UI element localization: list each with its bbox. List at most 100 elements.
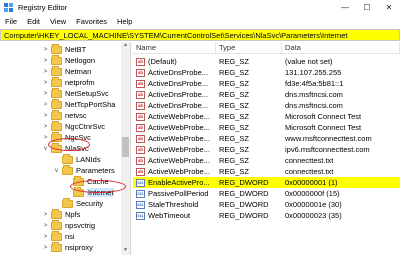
chevron-right-icon[interactable]: >: [42, 57, 49, 64]
value-name: PassivePollPeriod: [148, 189, 209, 198]
chevron-right-icon[interactable]: >: [42, 68, 49, 75]
tree-item-cache[interactable]: Cache: [64, 175, 109, 187]
chevron-right-icon[interactable]: >: [42, 244, 49, 251]
value-name: ActiveDnsProbe...: [148, 79, 209, 88]
column-data[interactable]: Data: [282, 42, 400, 54]
value-type: REG_SZ: [219, 167, 250, 176]
tree-item-label: NgcSvc: [65, 133, 91, 142]
tree-scrollbar[interactable]: ▲ ▼: [121, 42, 130, 255]
value-row[interactable]: ab ActiveWebProbe... REG_SZ Microsoft Conne…: [133, 122, 400, 133]
tree-item-nsi[interactable]: > nsi: [42, 230, 75, 242]
tree-item-netlogon[interactable]: > Netlogon: [42, 54, 96, 66]
chevron-right-icon[interactable]: >: [42, 79, 49, 86]
tree-item-netman[interactable]: > Netman: [42, 65, 92, 77]
folder-icon: [51, 87, 62, 98]
chevron-right-icon[interactable]: >: [42, 134, 49, 141]
value-row[interactable]: ab ActiveDnsProbe... REG_SZ dns.msftncsi.co…: [133, 89, 400, 100]
tree-item-nsiproxy[interactable]: > nsiproxy: [42, 241, 93, 253]
value-type: REG_DWORD: [219, 178, 269, 187]
tree-item-label: LANIds: [76, 155, 101, 164]
value-name: ActiveDnsProbe...: [148, 101, 209, 110]
value-row[interactable]: 011 PassivePollPeriod REG_DWORD 0x0000000f …: [133, 188, 400, 199]
tree-item-label: nsi: [65, 232, 75, 241]
tree-item-nettcpportsha[interactable]: > NetTcpPortSha: [42, 98, 115, 110]
string-value-icon: ab: [136, 123, 145, 132]
value-row[interactable]: ab ActiveWebProbe... REG_SZ www.msftconnect…: [133, 133, 400, 144]
chevron-right-icon[interactable]: >: [42, 233, 49, 240]
binary-value-icon: 011: [136, 189, 145, 198]
chevron-down-icon[interactable]: v: [53, 167, 60, 174]
value-row[interactable]: ab ActiveDnsProbe... REG_SZ dns.msftncsi.co…: [133, 100, 400, 111]
tree-item-ngcctnrsvc[interactable]: > NgcCtnrSvc: [42, 120, 105, 132]
menu-view[interactable]: View: [45, 17, 71, 26]
scroll-up-arrow-icon[interactable]: ▲: [121, 42, 130, 50]
tree-item-label: netprofm: [65, 78, 95, 87]
minimize-button[interactable]: —: [334, 0, 356, 15]
chevron-right-icon[interactable]: >: [42, 90, 49, 97]
tree-scroll-thumb[interactable]: [122, 137, 129, 157]
chevron-right-icon[interactable]: >: [42, 46, 49, 53]
value-row[interactable]: ab ActiveWebProbe... REG_SZ ipv6.msftconnec…: [133, 144, 400, 155]
tree-item-npsvctrig[interactable]: > npsvctrig: [42, 219, 95, 231]
value-row[interactable]: ab ActiveWebProbe... REG_SZ Microsoft Conne…: [133, 111, 400, 122]
address-bar[interactable]: Computer\HKEY_LOCAL_MACHINE\SYSTEM\Curre…: [0, 29, 400, 41]
values-header: Name Type Data: [133, 42, 400, 54]
tree-item-label: Cache: [87, 177, 109, 186]
key-tree-pane[interactable]: ▲ ▼ > NetBT > Netlogon > Netman > netprofm > NetS…: [0, 42, 131, 255]
value-type: REG_SZ: [219, 145, 250, 154]
value-type: REG_SZ: [219, 90, 250, 99]
value-data: 0x00000001 (1): [285, 178, 338, 187]
value-type: REG_SZ: [219, 123, 250, 132]
menu-file[interactable]: File: [0, 17, 22, 26]
chevron-right-icon[interactable]: >: [42, 112, 49, 119]
tree-item-label: Netman: [65, 67, 92, 76]
chevron-right-icon[interactable]: >: [42, 211, 49, 218]
tree-item-npfs[interactable]: > Npfs: [42, 208, 80, 220]
tree-item-label: Parameters: [76, 166, 115, 175]
tree-item-label: netvsc: [65, 111, 87, 120]
tree-item-security[interactable]: Security: [53, 197, 103, 209]
string-value-icon: ab: [136, 145, 145, 154]
value-row[interactable]: ab ActiveWebProbe... REG_SZ connecttest.txt: [133, 166, 400, 177]
tree-item-lanids[interactable]: LANIds: [53, 153, 101, 165]
tree-item-netprofm[interactable]: > netprofm: [42, 76, 95, 88]
column-type[interactable]: Type: [216, 42, 282, 54]
chevron-right-icon[interactable]: >: [42, 222, 49, 229]
value-row[interactable]: 011 StaleThreshold REG_DWORD 0x0000001e (30…: [133, 199, 400, 210]
chevron-right-icon[interactable]: >: [42, 123, 49, 130]
value-data: connecttest.txt: [285, 156, 334, 165]
chevron-down-icon[interactable]: v: [42, 145, 49, 152]
close-button[interactable]: ✕: [378, 0, 400, 15]
menu-help[interactable]: Help: [112, 17, 137, 26]
folder-icon: [51, 109, 62, 120]
menu-favorites[interactable]: Favorites: [71, 17, 112, 26]
value-name: ActiveWebProbe...: [148, 145, 210, 154]
folder-icon: [73, 175, 84, 186]
value-name-cell: 011 WebTimeout: [133, 211, 216, 220]
tree-item-netsetupsvc[interactable]: > NetSetupSvc: [42, 87, 109, 99]
values-pane[interactable]: Name Type Data ab (Default) REG_SZ (value n…: [133, 42, 400, 255]
tree-item-nlasvc[interactable]: v NlaSvc: [42, 142, 89, 154]
tree-item-netvsc[interactable]: > netvsc: [42, 109, 87, 121]
menu-edit[interactable]: Edit: [22, 17, 45, 26]
scroll-down-arrow-icon[interactable]: ▼: [121, 247, 130, 255]
value-name-cell: ab ActiveWebProbe...: [133, 156, 216, 165]
value-row[interactable]: 011 WebTimeout REG_DWORD 0x00000023 (35): [133, 210, 400, 221]
value-row[interactable]: ab ActiveWebProbe... REG_SZ connecttest.txt: [133, 155, 400, 166]
tree-item-netbt[interactable]: > NetBT: [42, 43, 86, 55]
tree-item-parameters[interactable]: v Parameters: [53, 164, 115, 176]
value-row[interactable]: ab ActiveDnsProbe... REG_SZ fd3e:4f5a:5b81:…: [133, 78, 400, 89]
chevron-right-icon[interactable]: >: [42, 101, 49, 108]
column-name[interactable]: Name: [133, 42, 216, 54]
maximize-button[interactable]: ☐: [356, 0, 378, 15]
tree-item-ngcsvc[interactable]: > NgcSvc: [42, 131, 91, 143]
value-type: REG_DWORD: [219, 200, 269, 209]
tree-item-label: NlaSvc: [65, 144, 89, 153]
value-data: fd3e:4f5a:5b81::1: [285, 79, 344, 88]
tree-item-internet[interactable]: Internet: [64, 186, 115, 198]
value-row[interactable]: 011 EnableActivePro... REG_DWORD 0x00000001…: [133, 177, 400, 188]
value-row[interactable]: ab (Default) REG_SZ (value not set): [133, 56, 400, 67]
value-row[interactable]: ab ActiveDnsProbe... REG_SZ 131.107.255.255: [133, 67, 400, 78]
folder-icon: [62, 164, 73, 175]
tree-item-label: Netlogon: [65, 56, 96, 65]
